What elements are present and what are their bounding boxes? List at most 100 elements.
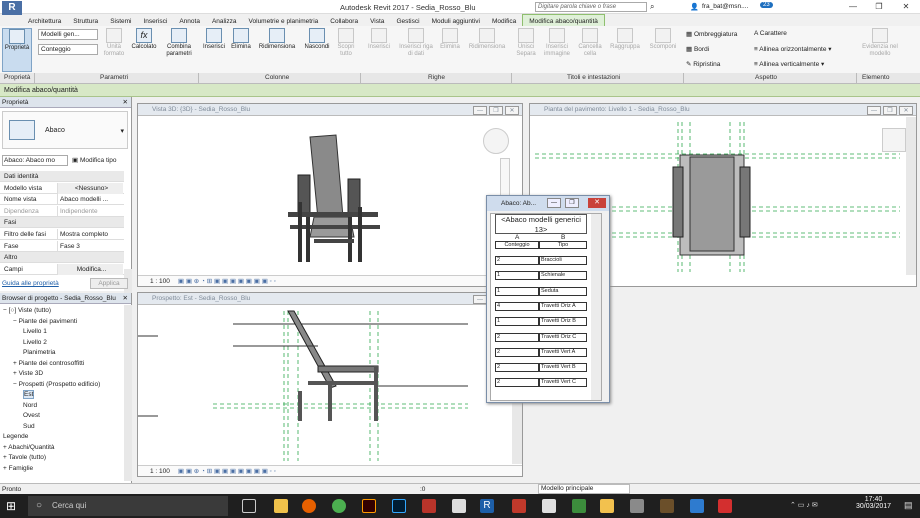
tray-icons[interactable]: ⌃ ▭ ♪ ✉ [790, 501, 818, 509]
maximize-icon[interactable]: ❐ [489, 106, 503, 115]
taskbar-search[interactable]: ○ Cerca qui [28, 496, 228, 516]
app-icon-8[interactable] [660, 499, 674, 513]
insert-row-button[interactable]: Inserisci [362, 28, 396, 51]
highlight-in-model-button[interactable]: Evidenzia nel modello [860, 28, 900, 58]
header-type[interactable]: Tipo [539, 241, 587, 249]
browser-tree-item[interactable]: Legende [3, 433, 28, 440]
delete-row-button[interactable]: Elimina [436, 28, 464, 51]
windows-start-icon[interactable]: ⊞ [6, 499, 16, 513]
close-icon[interactable]: ✕ [588, 198, 606, 208]
property-value[interactable]: Abaco modelli ... [57, 194, 123, 206]
app-icon-5[interactable] [572, 499, 586, 513]
browser-tree-item[interactable]: Livello 1 [23, 328, 47, 335]
property-value[interactable]: Indipendente [57, 205, 123, 217]
browser-tree-item[interactable]: Sud [23, 423, 35, 430]
hide-column-button[interactable]: Nascondi [301, 28, 333, 51]
app-icon-3[interactable] [512, 499, 526, 513]
minimize-icon[interactable]: — [473, 295, 487, 304]
instance-selector[interactable]: Abaco: Abaco mo [2, 155, 68, 166]
col-b-letter[interactable]: B [561, 234, 565, 241]
schedule-cell-type[interactable]: Braccioli [539, 256, 587, 265]
calculated-button[interactable]: fx Calcolato [128, 28, 160, 51]
properties-button[interactable]: Proprietà [2, 28, 32, 72]
browser-tree-item[interactable]: Est [23, 390, 35, 399]
browser-tree-item[interactable]: − Prospetti (Prospetto edificio) [13, 381, 100, 388]
schedule-cell-type[interactable]: Travetti Oriz C [539, 332, 587, 342]
borders-button[interactable]: ▦ Bordi [686, 45, 709, 53]
property-value[interactable]: Fase 3 [57, 240, 123, 252]
notifications-icon[interactable]: ▤ [904, 500, 913, 511]
user-icon[interactable]: 👤 [690, 3, 699, 11]
browser-tree-item[interactable]: + Abachi/Quantità [3, 444, 55, 451]
align-vertical-button[interactable]: ≡ Allinea verticalmente ▾ [754, 60, 824, 68]
browser-tree-item[interactable]: + Viste 3D [13, 370, 43, 377]
insert-image-button[interactable]: Inserisci immagine [541, 28, 573, 58]
task-view-icon[interactable] [242, 499, 256, 513]
taskbar-clock[interactable]: 17:40 30/03/2017 [856, 496, 891, 510]
app-icon-9[interactable] [690, 499, 704, 513]
minimize-icon[interactable]: — [473, 106, 487, 115]
edit-type-button[interactable]: ▣ Modifica tipo [72, 156, 116, 164]
count-dropdown[interactable]: Conteggio [38, 44, 98, 55]
view-3d-scale[interactable]: 1 : 100 [150, 278, 170, 285]
ungroup-button[interactable]: Scomponi [645, 28, 681, 51]
properties-help-link[interactable]: Guida alle proprietà [2, 280, 59, 287]
schedule-titlebar[interactable]: Abaco: Ab... — ❐ ✕ [487, 196, 609, 211]
merge-split-button[interactable]: Unisci Separa [512, 28, 540, 58]
search-input[interactable]: Digitare parola chiave o frase [535, 2, 647, 12]
unit-format-button[interactable]: Unità formato [100, 28, 128, 58]
revit-taskbar-icon[interactable]: R [480, 499, 494, 513]
schedule-cell-count[interactable]: 1 [495, 286, 539, 296]
browser-tree-item[interactable]: − [○] Viste (tutto) [3, 307, 51, 314]
browser-tree-item[interactable]: Livello 2 [23, 339, 47, 346]
model-selector[interactable]: Modello principale [538, 484, 630, 494]
resize-column-button[interactable]: Ridimensiona [255, 28, 299, 51]
close-icon[interactable]: ✕ [123, 97, 128, 108]
chevron-down-icon[interactable]: ▾ [120, 127, 124, 135]
nav-bar[interactable] [500, 158, 510, 198]
view-elev-scale[interactable]: 1 : 100 [150, 468, 170, 475]
app-icon-10[interactable] [718, 499, 732, 513]
firefox-icon[interactable] [302, 499, 316, 513]
schedule-cell-type[interactable]: Travetti Vert C [539, 378, 587, 388]
viewcube-icon[interactable] [483, 128, 509, 154]
schedule-heading[interactable]: <Abaco modelli generici 13> [495, 214, 587, 234]
header-count[interactable]: Conteggio [495, 241, 539, 249]
chrome-icon[interactable] [332, 499, 346, 513]
schedule-cell-count[interactable]: 2 [495, 347, 539, 357]
insert-data-row-button[interactable]: Inserisci riga di dati [398, 28, 434, 58]
browser-tree-item[interactable]: Planimetria [23, 349, 56, 356]
schedule-cell-count[interactable]: 4 [495, 301, 539, 311]
property-section[interactable]: Fasi [0, 217, 124, 229]
viewcube-icon[interactable] [882, 128, 906, 152]
schedule-cell-count[interactable]: 1 [495, 271, 539, 281]
photoshop-icon[interactable] [392, 499, 406, 513]
font-button[interactable]: A Carattere [754, 30, 787, 37]
revit-logo-icon[interactable]: R [2, 1, 22, 15]
type-selector[interactable]: Abaco ▾ [2, 111, 128, 149]
view-3d-window[interactable]: Vista 3D: {3D} - Sedia_Rosso_Blu — ❐ ✕ 1 : … [137, 103, 523, 287]
schedule-cell-type[interactable]: Schienale [539, 271, 587, 281]
browser-tree-item[interactable]: Nord [23, 402, 37, 409]
app-icon-6[interactable] [600, 499, 614, 513]
minimize-icon[interactable]: — [547, 198, 561, 208]
schedule-cell-count[interactable]: 2 [495, 378, 539, 388]
reset-button[interactable]: ✎ Ripristina [686, 60, 720, 68]
schedule-cell-type[interactable]: Travetti Oriz B [539, 317, 587, 327]
maximize-icon[interactable]: ❐ [883, 106, 897, 115]
browser-scrollbar[interactable] [124, 305, 132, 481]
app-icon-4[interactable] [542, 499, 556, 513]
group-button[interactable]: Raggruppa [606, 28, 644, 51]
schedule-cell-type[interactable]: Seduta [539, 286, 587, 296]
notification-badge[interactable]: 23 [760, 2, 773, 8]
close-icon[interactable]: ✕ [123, 293, 128, 304]
schedule-cell-type[interactable]: Travetti Vert A [539, 347, 587, 357]
property-value[interactable]: <Nessuno> [57, 182, 123, 194]
clear-cell-button[interactable]: Cancella cella [575, 28, 605, 58]
delete-column-button[interactable]: Elimina [228, 28, 254, 51]
shading-button[interactable]: ▦ Ombreggiatura [686, 30, 737, 38]
plan-scrollbar[interactable] [906, 117, 916, 275]
combine-params-button[interactable]: Combina parametri [161, 28, 197, 58]
schedule-cell-type[interactable]: Travetti Oriz A [539, 301, 587, 311]
schedule-cell-count[interactable]: 1 [495, 317, 539, 327]
